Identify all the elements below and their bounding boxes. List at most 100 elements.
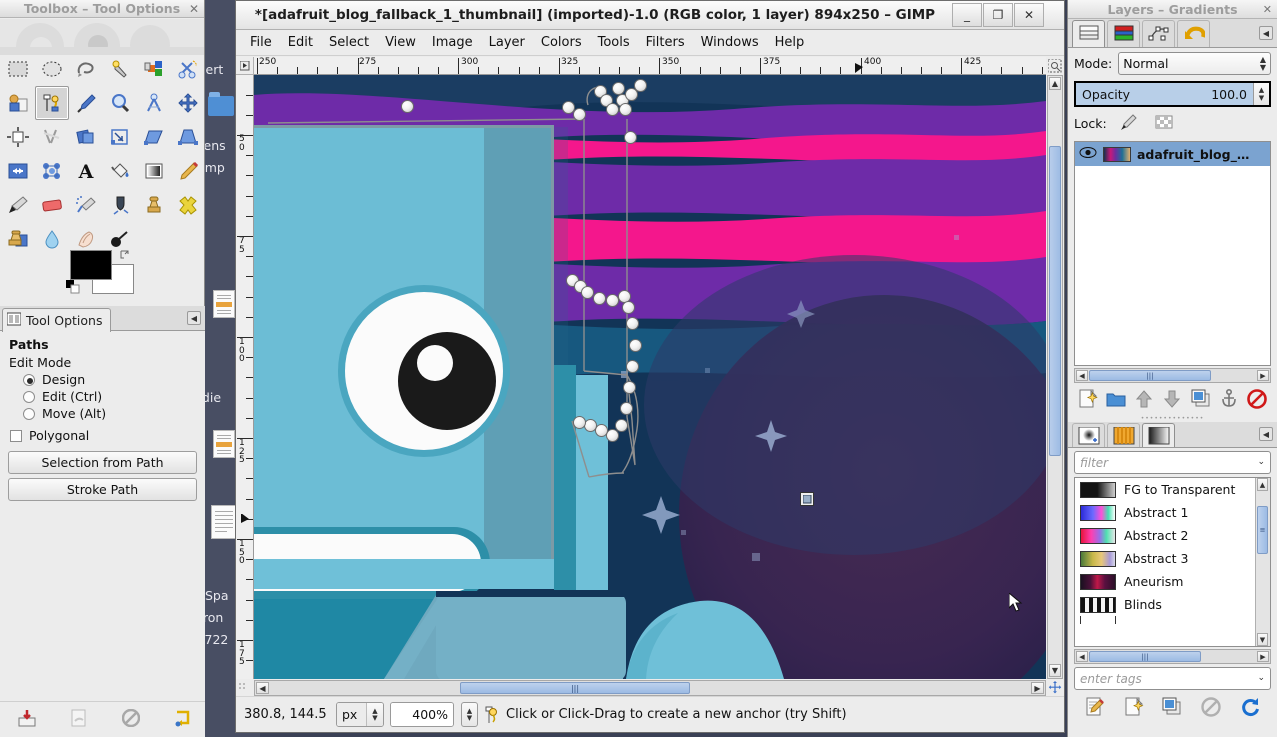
reset-tool-options-icon[interactable]	[174, 709, 192, 730]
list-item[interactable]: Blinds	[1075, 593, 1255, 616]
lock-pixels-icon[interactable]	[1119, 113, 1137, 134]
path-start-anchor-box[interactable]	[800, 492, 814, 506]
layer-list[interactable]: adafruit_blog_…	[1074, 141, 1271, 366]
menu-view[interactable]: View	[377, 32, 424, 53]
tags-input[interactable]: enter tags ⌄	[1074, 667, 1271, 690]
swap-colors-icon[interactable]	[118, 248, 132, 262]
tab-channels[interactable]	[1107, 20, 1140, 47]
maximize-button[interactable]: ❐	[983, 3, 1013, 27]
text-tool[interactable]: A	[69, 154, 103, 188]
path-anchor[interactable]	[572, 107, 586, 121]
ellipse-select-tool[interactable]	[35, 52, 69, 86]
menu-edit[interactable]: Edit	[280, 32, 321, 53]
eraser-tool[interactable]	[35, 188, 69, 222]
close-icon[interactable]: ✕	[1263, 3, 1272, 16]
menu-layer[interactable]: Layer	[481, 32, 533, 53]
zoom-stepper-icon[interactable]: ▲ ▼	[461, 702, 478, 727]
flip-tool[interactable]	[1, 154, 35, 188]
layer-list-scroll-thumb[interactable]: |||	[1089, 370, 1211, 381]
polygonal-checkbox[interactable]	[10, 429, 22, 442]
stroke-path-button[interactable]: Stroke Path	[8, 478, 197, 501]
path-anchor[interactable]	[619, 401, 633, 415]
pencil-tool[interactable]	[171, 154, 205, 188]
layer-toolbar[interactable]	[1068, 385, 1277, 415]
canvas-horizontal-scrollbar[interactable]: ◀ ||| ▶	[254, 680, 1046, 696]
scroll-right-icon[interactable]: ▶	[1031, 682, 1044, 694]
path-anchor[interactable]	[400, 99, 414, 113]
path-anchor[interactable]	[625, 359, 639, 373]
blend-tool[interactable]	[137, 154, 171, 188]
eye-icon[interactable]	[1079, 146, 1097, 162]
path-anchor[interactable]	[618, 102, 632, 116]
close-button[interactable]: ✕	[1014, 3, 1044, 27]
menu-tools[interactable]: Tools	[590, 32, 638, 53]
menu-colors[interactable]: Colors	[533, 32, 590, 53]
chevron-down-icon[interactable]: ⌄	[1257, 457, 1265, 467]
ink-tool[interactable]	[103, 188, 137, 222]
right-dock-titlebar[interactable]: Layers – Gradients ✕	[1068, 0, 1277, 19]
bucket-fill-tool[interactable]	[103, 154, 137, 188]
airbrush-tool[interactable]	[69, 188, 103, 222]
scroll-right-icon[interactable]: ▶	[1257, 370, 1269, 381]
tab-gradients[interactable]	[1142, 423, 1175, 447]
scroll-down-icon[interactable]: ▼	[1049, 664, 1061, 677]
close-icon[interactable]: ✕	[189, 2, 199, 16]
perspective-clone-tool[interactable]	[1, 222, 35, 256]
selection-from-path-button[interactable]: Selection from Path	[8, 451, 197, 474]
zoom-input[interactable]: 400%	[390, 702, 454, 727]
list-item[interactable]: Abstract 2	[1075, 524, 1255, 547]
unit-stepper-icon[interactable]: ▲ ▼	[366, 703, 383, 726]
rotate-tool[interactable]	[69, 120, 103, 154]
list-item[interactable]: Abstract 3	[1075, 547, 1255, 570]
new-layer-button[interactable]	[1078, 389, 1098, 412]
collapse-icon[interactable]: ◀	[1259, 26, 1273, 40]
list-item[interactable]: FG to Transparent	[1075, 478, 1255, 501]
delete-layer-button[interactable]	[1247, 388, 1267, 412]
polygonal-checkbox-row[interactable]: Polygonal	[10, 428, 197, 443]
refresh-gradients-button[interactable]	[1240, 697, 1260, 720]
vertical-scroll-thumb[interactable]	[1049, 146, 1061, 456]
alignment-tool[interactable]	[1, 120, 35, 154]
delete-tool-options-icon[interactable]	[121, 708, 141, 730]
radio-edit-indicator[interactable]	[23, 390, 35, 403]
tool-grid[interactable]: A	[0, 52, 204, 256]
tab-patterns[interactable]	[1107, 423, 1140, 447]
toolbox-titlebar[interactable]: Toolbox – Tool Options ✕	[0, 0, 204, 18]
path-anchor[interactable]	[611, 81, 625, 95]
opacity-slider[interactable]: Opacity 100.0 ▲ ▼	[1074, 81, 1271, 107]
ruler-corner-menu-button[interactable]	[236, 57, 254, 75]
lock-row[interactable]: Lock:	[1068, 109, 1277, 138]
fuzzy-select-tool[interactable]	[103, 52, 137, 86]
image-canvas[interactable]	[254, 75, 1046, 679]
tab-tool-options[interactable]: Tool Options	[2, 308, 112, 332]
layer-row[interactable]: adafruit_blog_…	[1075, 142, 1270, 166]
blur-sharpen-tool[interactable]	[35, 222, 69, 256]
paths-tool[interactable]	[35, 86, 69, 120]
scroll-left-icon[interactable]: ◀	[1076, 370, 1088, 381]
mode-combo[interactable]: Normal ▲ ▼	[1118, 52, 1271, 75]
scroll-left-icon[interactable]: ◀	[256, 682, 269, 694]
lock-alpha-icon[interactable]	[1155, 113, 1173, 134]
path-anchor[interactable]	[621, 300, 635, 314]
shear-tool[interactable]	[137, 120, 171, 154]
radio-design[interactable]: Design	[23, 372, 197, 387]
zoom-tool[interactable]	[103, 86, 137, 120]
tab-paths[interactable]	[1142, 20, 1175, 47]
list-item[interactable]: Abstract 1	[1075, 501, 1255, 524]
menu-select[interactable]: Select	[321, 32, 377, 53]
path-anchor[interactable]	[623, 130, 637, 144]
tab-brushes[interactable]	[1072, 423, 1105, 447]
select-by-color-tool[interactable]	[137, 52, 171, 86]
list-item[interactable]	[1075, 616, 1255, 624]
path-anchor[interactable]	[625, 316, 639, 330]
scissors-select-tool[interactable]	[171, 52, 205, 86]
color-area[interactable]	[66, 250, 136, 298]
radio-edit[interactable]: Edit (Ctrl)	[23, 389, 197, 404]
gradient-filter-input[interactable]: filter ⌄	[1074, 451, 1271, 474]
menu-filters[interactable]: Filters	[638, 32, 693, 53]
new-layer-group-button[interactable]	[1106, 389, 1126, 412]
paintbrush-tool[interactable]	[1, 188, 35, 222]
menu-help[interactable]: Help	[767, 32, 813, 53]
restore-tool-options-icon[interactable]	[70, 709, 88, 730]
lower-dock-tabrow[interactable]: ◀	[1068, 422, 1277, 448]
